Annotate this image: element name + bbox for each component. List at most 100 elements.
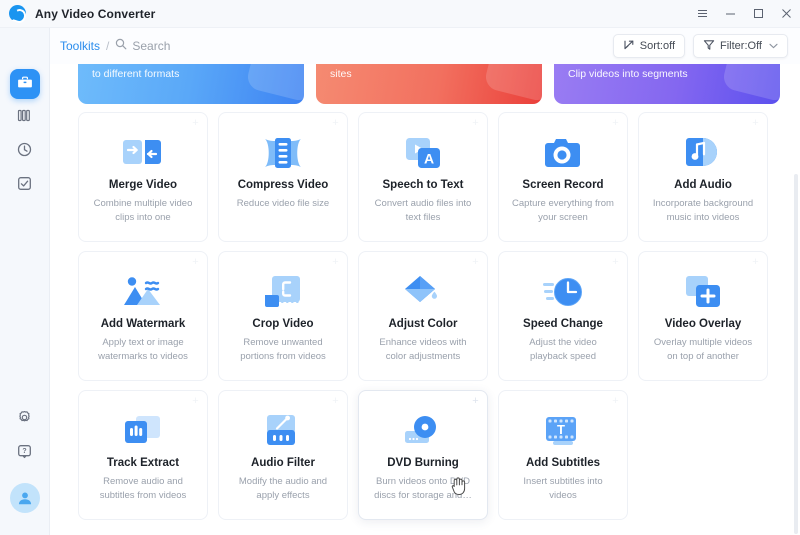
toolkit-card-title: Add Watermark — [100, 318, 186, 330]
svg-text:?: ? — [22, 448, 26, 455]
toolkit-card-speed-change[interactable]: + Speed Change Adjust the video playback… — [498, 251, 628, 381]
gear-icon — [17, 410, 32, 430]
sort-button[interactable]: Sort:off — [612, 34, 686, 58]
toolkit-card-merge-video[interactable]: + Merge Video Combine multiple video cli… — [78, 112, 208, 242]
search-icon — [115, 37, 127, 55]
toolkit-card-desc: Combine multiple video clips into one — [93, 198, 193, 223]
speed-change-icon — [543, 269, 583, 315]
add-to-favorites-icon[interactable]: + — [470, 396, 481, 407]
filter-button[interactable]: Filter:Off — [693, 34, 788, 58]
library-icon — [17, 108, 32, 128]
chevron-down-icon — [769, 41, 778, 51]
toolkit-card-dvd-burning[interactable]: + DVD Burning Burn videos onto DVD discs… — [358, 390, 488, 520]
sidebar-item-library[interactable] — [10, 103, 40, 133]
minimize-icon[interactable] — [716, 0, 744, 28]
toolkit-card-desc: Adjust the video playback speed — [529, 337, 597, 362]
sidebar-item-toolkits[interactable] — [9, 69, 40, 99]
add-audio-icon — [685, 130, 721, 176]
add-watermark-icon — [123, 269, 163, 315]
crop-video-icon — [264, 269, 302, 315]
add-to-favorites-icon[interactable]: + — [610, 257, 621, 268]
toolkit-card-crop-video[interactable]: + Crop Video Remove unwanted portions fr… — [218, 251, 348, 381]
add-to-favorites-icon[interactable]: + — [190, 257, 201, 268]
toolkit-card-screen-record[interactable]: + Screen Record Capture everything from … — [498, 112, 628, 242]
filter-icon — [703, 39, 715, 54]
add-to-favorites-icon[interactable]: + — [190, 396, 201, 407]
breadcrumb-separator: / — [106, 39, 110, 53]
add-to-favorites-icon[interactable]: + — [750, 257, 761, 268]
add-to-favorites-icon[interactable]: + — [470, 118, 481, 129]
add-to-favorites-icon[interactable]: + — [190, 118, 201, 129]
close-icon[interactable] — [772, 0, 800, 28]
breadcrumb-toolkits[interactable]: Toolkits — [60, 39, 100, 53]
toolkit-card-desc: Apply text or image watermarks to videos — [98, 337, 188, 362]
maximize-icon[interactable] — [744, 0, 772, 28]
add-to-favorites-icon[interactable]: + — [330, 396, 341, 407]
speech-to-text-icon: A — [404, 130, 442, 176]
promo-banner-text: Clip videos into segments — [568, 68, 688, 80]
screen-record-icon — [544, 130, 582, 176]
add-to-favorites-icon[interactable]: + — [610, 118, 621, 129]
audio-filter-icon — [265, 408, 301, 454]
content-scrollbar[interactable] — [794, 174, 798, 534]
toolkit-card-add-subtitles[interactable]: + T Add Subtitles Insert subtitles into … — [498, 390, 628, 520]
toolkit-card-adjust-color[interactable]: + Adjust Color Enhance videos with color… — [358, 251, 488, 381]
sidebar-item-help[interactable]: ? — [10, 439, 40, 469]
toolkit-card-desc: Enhance videos with color adjustments — [379, 337, 467, 362]
toolkit-card-desc: Capture everything from your screen — [512, 198, 614, 223]
search-input[interactable] — [132, 39, 263, 53]
toolkit-card-title: DVD Burning — [387, 457, 459, 469]
sidebar: ? — [0, 28, 50, 535]
video-overlay-icon — [685, 269, 721, 315]
toolkit-card-title: Speech to Text — [382, 179, 464, 191]
add-to-favorites-icon[interactable]: + — [330, 257, 341, 268]
toolbar-actions: Sort:off Filter:Off — [612, 34, 788, 58]
filter-label: Filter:Off — [720, 40, 762, 52]
merge-video-icon — [122, 130, 164, 176]
toolkit-card-title: Track Extract — [106, 457, 180, 469]
toolkit-card-desc: Overlay multiple videos on top of anothe… — [653, 337, 753, 362]
toolkit-card-desc: Remove audio and subtitles from videos — [99, 476, 187, 501]
toolkit-card-desc: Reduce video file size — [236, 198, 330, 209]
promo-banner[interactable]: Clip videos into segments — [554, 64, 780, 104]
search-box[interactable] — [115, 37, 263, 55]
toolkit-card-compress-video[interactable]: + Compress Video Reduce video file size — [218, 112, 348, 242]
add-to-favorites-icon[interactable]: + — [750, 118, 761, 129]
add-to-favorites-icon[interactable]: + — [470, 257, 481, 268]
toolkit-card-desc: Remove unwanted portions from videos — [240, 337, 326, 362]
toolkit-card-video-overlay[interactable]: + Video Overlay Overlay multiple videos … — [638, 251, 768, 381]
window-controls — [688, 0, 800, 28]
toolkit-card-title: Audio Filter — [251, 457, 315, 469]
toolkit-card-add-watermark[interactable]: + Add Watermark Apply text or image wate… — [78, 251, 208, 381]
adjust-color-icon — [404, 269, 442, 315]
add-to-favorites-icon[interactable]: + — [610, 396, 621, 407]
promo-banner-text: to different formats — [92, 68, 180, 80]
toolkit-card-title: Screen Record — [522, 179, 604, 191]
promo-banner[interactable]: to different formats — [78, 64, 304, 104]
sidebar-item-history[interactable] — [10, 137, 40, 167]
sidebar-item-tasks[interactable] — [10, 171, 40, 201]
user-avatar-icon[interactable] — [9, 483, 40, 513]
svg-text:T: T — [557, 422, 565, 437]
toolkit-card-audio-filter[interactable]: + Audio Filter Modify the audio and appl… — [218, 390, 348, 520]
toolkit-card-speech-to-text[interactable]: + A Speech to Text Convert audio files i… — [358, 112, 488, 242]
add-to-favorites-icon[interactable]: + — [330, 118, 341, 129]
toolkit-card-title: Speed Change — [523, 318, 603, 330]
promo-banner-text: sites — [330, 68, 352, 80]
toolkit-card-title: Compress Video — [237, 179, 329, 191]
toolkit-card-title: Adjust Color — [388, 318, 458, 330]
toolkit-card-add-audio[interactable]: + Add Audio Incorporate background music… — [638, 112, 768, 242]
menu-icon[interactable] — [688, 0, 716, 28]
sidebar-item-settings[interactable] — [10, 405, 40, 435]
svg-text:A: A — [424, 151, 434, 167]
toolkit-card-grid: + Merge Video Combine multiple video cli… — [78, 112, 778, 520]
promo-banner[interactable]: sites — [316, 64, 542, 104]
toolkit-card-desc: Insert subtitles into videos — [523, 476, 603, 501]
toolkit-card-desc: Modify the audio and apply effects — [238, 476, 328, 501]
toolkit-card-title: Video Overlay — [664, 318, 742, 330]
toolkit-card-desc: Convert audio files into text files — [374, 198, 472, 223]
compress-video-icon — [263, 130, 303, 176]
toolkit-card-title: Add Audio — [674, 179, 732, 191]
toolkit-card-track-extract[interactable]: + Track Extract Remove audio and subtitl… — [78, 390, 208, 520]
toolkit-card-desc: Burn videos onto DVD discs for storage a… — [374, 476, 472, 501]
